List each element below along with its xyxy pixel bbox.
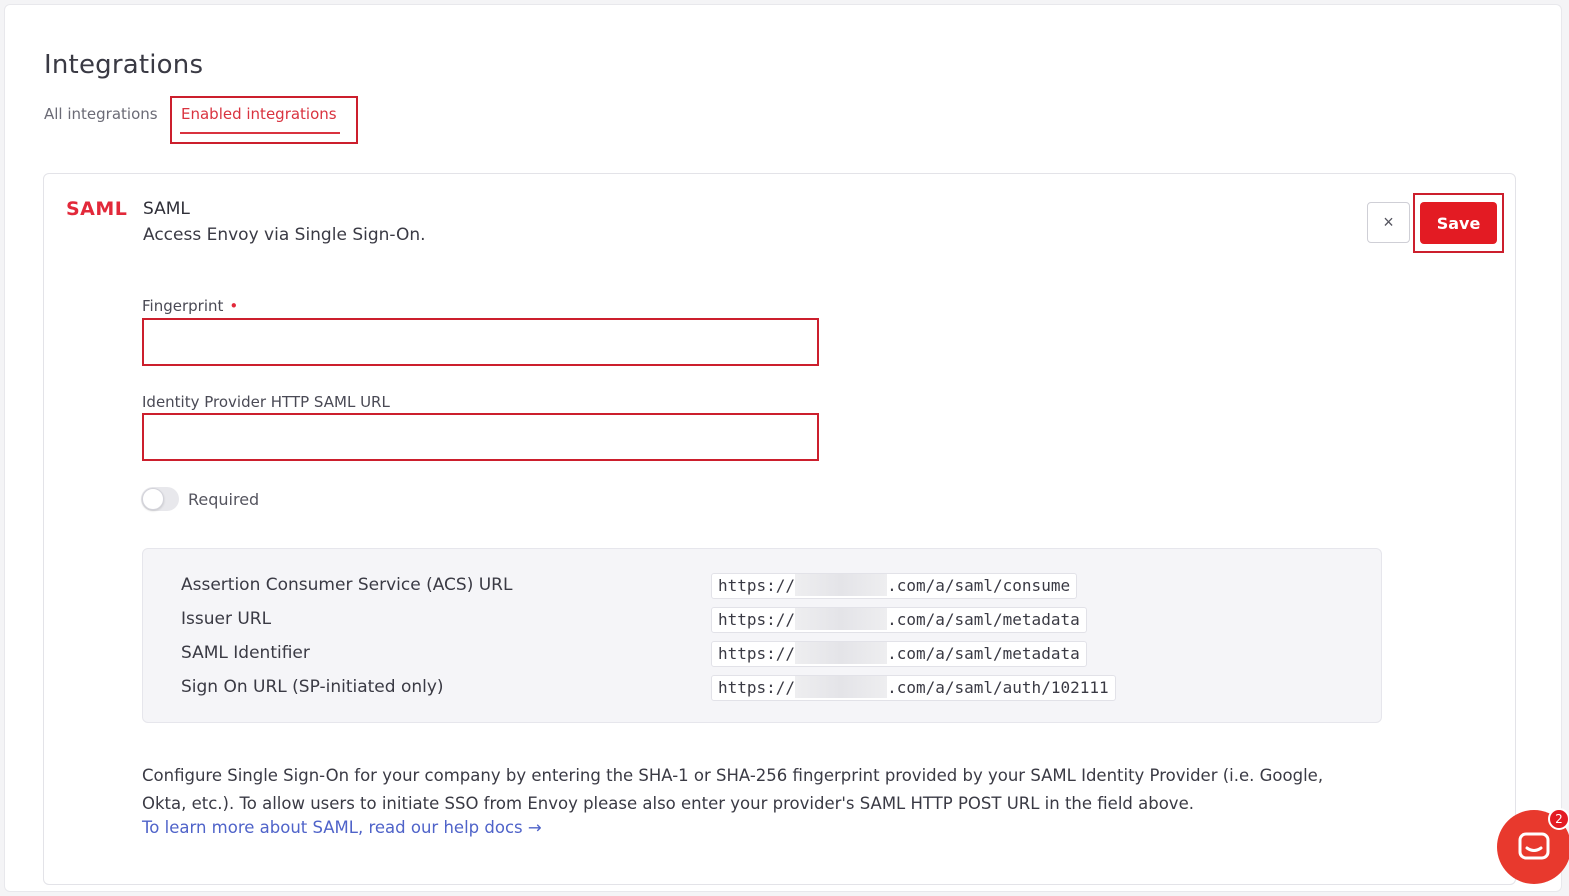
toggle-knob (142, 488, 164, 510)
integration-name: SAML (143, 199, 190, 219)
help-description: Configure Single Sign-On for your compan… (142, 766, 1324, 813)
url-prefix: https:// (718, 644, 796, 663)
active-tab-underline (180, 132, 340, 134)
url-suffix: .com/a/saml/metadata (887, 644, 1080, 663)
close-button[interactable]: × (1367, 202, 1410, 243)
url-suffix: .com/a/saml/auth/102111 (887, 678, 1109, 697)
redacted-domain (795, 676, 888, 698)
save-button[interactable]: Save (1420, 202, 1497, 244)
chat-notification-badge: 2 (1548, 808, 1569, 830)
fingerprint-label: Fingerprint • (142, 297, 238, 315)
required-toggle[interactable] (141, 487, 179, 511)
sign-on-url-label: Sign On URL (SP-initiated only) (181, 677, 444, 697)
fingerprint-label-text: Fingerprint (142, 297, 224, 315)
saml-identifier-value[interactable]: https:// .com/a/saml/metadata (711, 641, 1087, 667)
help-docs-link[interactable]: To learn more about SAML, read our help … (142, 818, 542, 837)
url-suffix: .com/a/saml/consume (887, 576, 1071, 595)
acs-url-value[interactable]: https:// .com/a/saml/consume (711, 573, 1078, 599)
redacted-domain (795, 608, 888, 630)
close-icon: × (1383, 212, 1394, 232)
acs-url-label: Assertion Consumer Service (ACS) URL (181, 575, 513, 595)
fingerprint-input[interactable] (142, 318, 819, 366)
issuer-url-label: Issuer URL (181, 609, 272, 629)
sign-on-url-value[interactable]: https:// .com/a/saml/auth/102111 (711, 675, 1116, 701)
chat-icon (1518, 832, 1550, 860)
saml-identifier-label: SAML Identifier (181, 643, 310, 663)
page-title: Integrations (44, 50, 204, 80)
redacted-domain (795, 574, 888, 596)
saml-logo: SAML (66, 198, 128, 220)
integration-description: Access Envoy via Single Sign-On. (143, 225, 426, 245)
issuer-url-value[interactable]: https:// .com/a/saml/metadata (711, 607, 1087, 633)
url-prefix: https:// (718, 610, 796, 629)
tab-all-integrations[interactable]: All integrations (44, 104, 158, 124)
required-marker: • (229, 297, 239, 315)
idp-url-label: Identity Provider HTTP SAML URL (142, 393, 390, 411)
required-toggle-label: Required (188, 490, 260, 509)
idp-url-input[interactable] (142, 413, 819, 461)
redacted-domain (795, 642, 888, 664)
tab-enabled-integrations[interactable]: Enabled integrations (181, 104, 337, 124)
url-prefix: https:// (718, 576, 796, 595)
url-prefix: https:// (718, 678, 796, 697)
url-suffix: .com/a/saml/metadata (887, 610, 1080, 629)
